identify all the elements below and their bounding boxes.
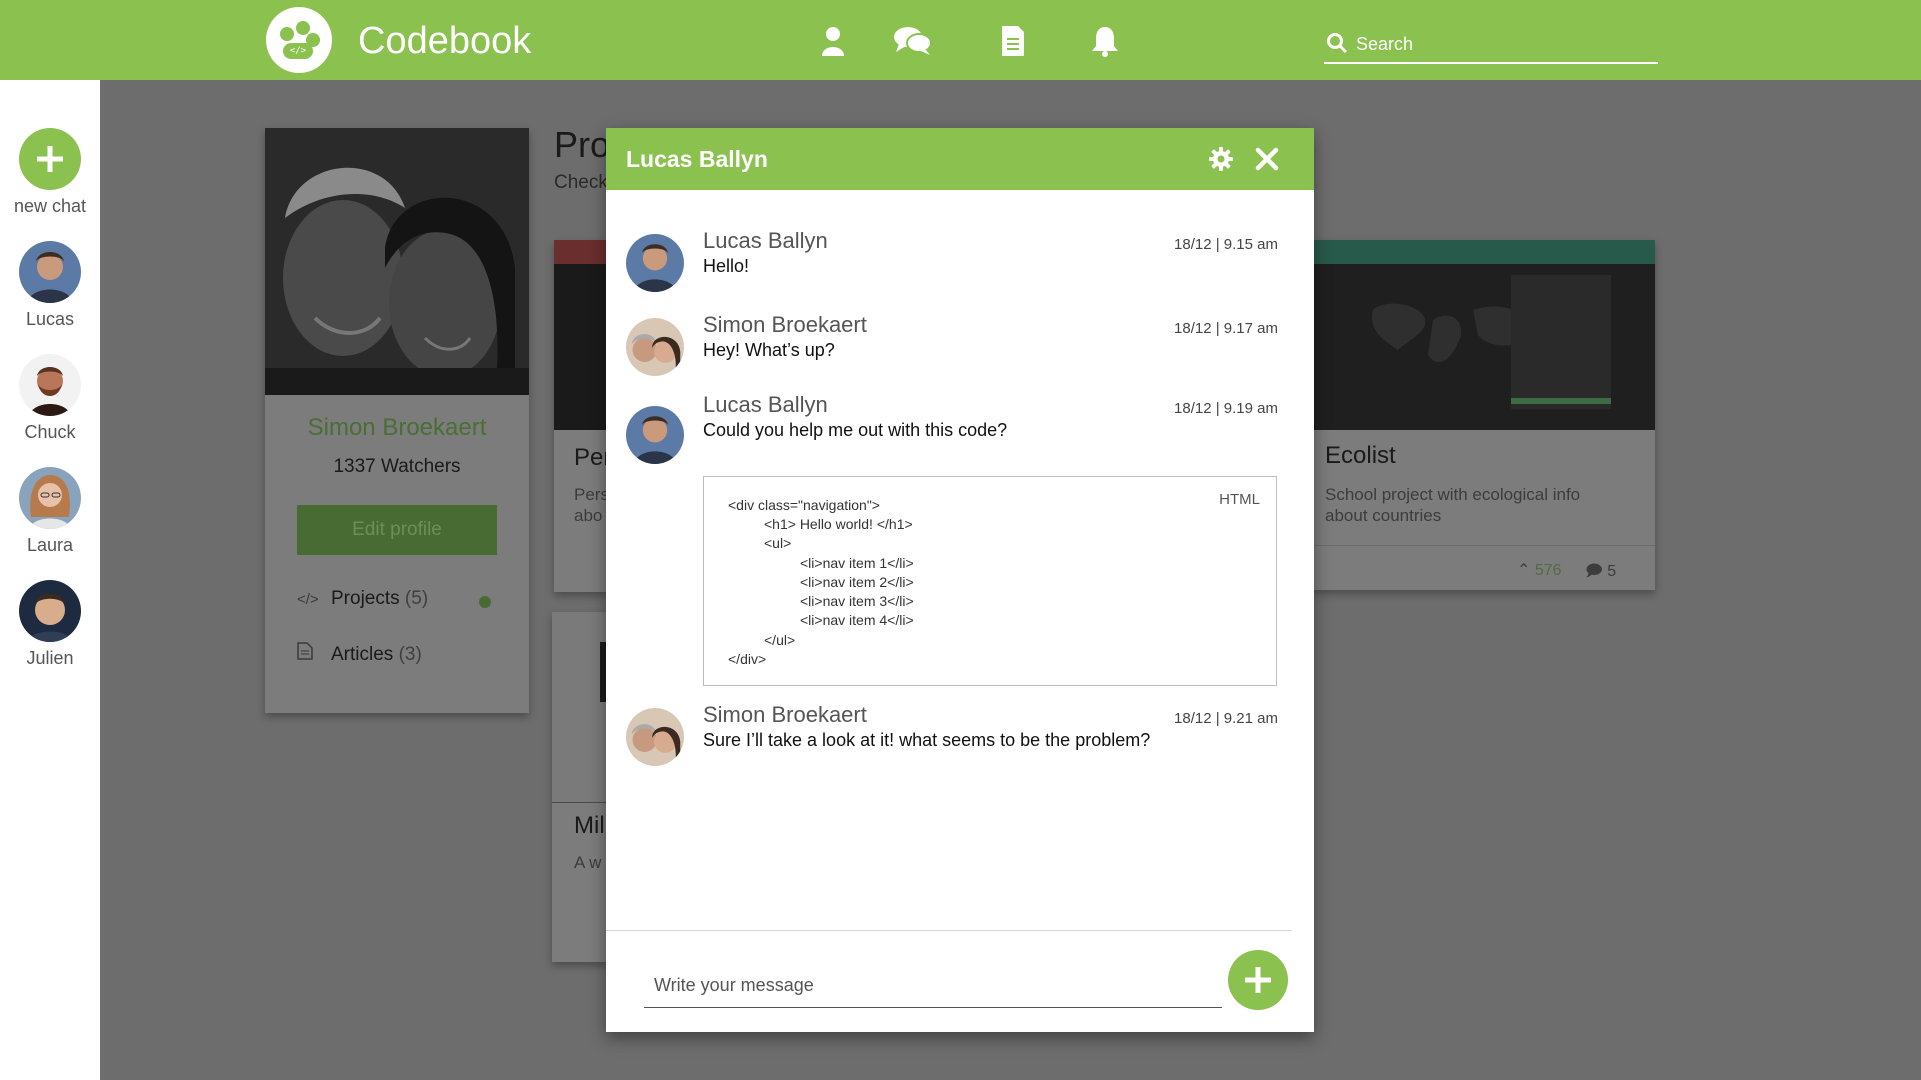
plus-icon bbox=[19, 128, 81, 190]
message-sender: Simon Broekaert bbox=[703, 702, 867, 727]
menu-count: (3) bbox=[398, 644, 422, 665]
new-chat-label: new chat bbox=[13, 196, 87, 216]
comments-value: 5 bbox=[1607, 563, 1617, 580]
avatar bbox=[19, 354, 81, 416]
profile-card: Simon Broekaert 1337 Watchers Edit profi… bbox=[265, 128, 529, 713]
search-input[interactable] bbox=[1356, 30, 1646, 58]
message-sender: Simon Broekaert bbox=[703, 312, 867, 337]
message-text: Hey! What’s up? bbox=[703, 340, 835, 360]
profile-menu-projects[interactable]: </> Projects (5) bbox=[297, 588, 428, 610]
edit-profile-button[interactable]: Edit profile bbox=[297, 505, 497, 555]
message-input[interactable] bbox=[644, 964, 1222, 1008]
codebook-logo[interactable]: </> bbox=[266, 7, 332, 73]
project-desc: A w bbox=[574, 853, 602, 872]
page-subtitle: Check bbox=[554, 172, 608, 193]
message-text: Hello! bbox=[703, 256, 750, 276]
avatar bbox=[19, 241, 81, 303]
code-line: <h1> Hello world! </h1> bbox=[764, 516, 913, 532]
top-bar: </> Codebook bbox=[0, 0, 1921, 80]
send-button[interactable] bbox=[1228, 950, 1288, 1010]
chat-window: Lucas Ballyn Lucas Ballyn 18/12 | 9.15 a… bbox=[606, 128, 1314, 1032]
project-thumbnail bbox=[1313, 240, 1655, 430]
contact-julien[interactable]: Julien bbox=[0, 580, 100, 669]
bell-icon[interactable] bbox=[1088, 24, 1122, 58]
contact-name: Laura bbox=[26, 535, 74, 555]
upvote-icon: ⌃ bbox=[1517, 562, 1531, 579]
likes-counter[interactable]: ⌃ 576 bbox=[1517, 560, 1562, 580]
chat-sidebar: new chat Lucas Chuck Laura Julien bbox=[0, 80, 100, 1080]
avatar bbox=[626, 234, 684, 292]
code-line: </ul> bbox=[764, 632, 796, 648]
code-line: <li>nav item 2</li> bbox=[800, 574, 914, 590]
contact-name: Chuck bbox=[24, 422, 76, 442]
project-card-ecolist[interactable]: Ecolist School project with ecological i… bbox=[1313, 240, 1655, 590]
avatar bbox=[626, 318, 684, 376]
chat-title: Lucas Ballyn bbox=[626, 146, 768, 172]
project-thumbnail bbox=[554, 240, 608, 430]
project-card[interactable]: Per Pers abo bbox=[554, 240, 611, 592]
comment-icon: 🗩 bbox=[1585, 563, 1603, 580]
code-line: <li>nav item 1</li> bbox=[800, 555, 914, 571]
menu-label: Articles bbox=[331, 644, 394, 665]
code-line: <ul> bbox=[764, 535, 792, 551]
project-title: Mil bbox=[574, 812, 605, 839]
code-snippet[interactable]: HTML <div class="navigation"> <h1> Hello… bbox=[703, 476, 1277, 686]
project-desc-line2: about countries bbox=[1325, 506, 1442, 525]
avatar bbox=[19, 467, 81, 529]
chat-header: Lucas Ballyn bbox=[606, 128, 1314, 190]
message-text: Could you help me out with this code? bbox=[703, 420, 1008, 440]
avatar bbox=[626, 708, 684, 766]
project-desc-line1: School project with ecological info bbox=[1325, 485, 1581, 504]
app-name: Codebook bbox=[358, 20, 532, 62]
message-time: 18/12 | 9.21 am bbox=[1174, 710, 1278, 727]
watchers-count: 1337 Watchers bbox=[333, 456, 461, 477]
menu-label: Projects bbox=[331, 588, 400, 609]
code-language: HTML bbox=[1219, 491, 1260, 508]
likes-value: 576 bbox=[1534, 562, 1562, 579]
new-chat-button[interactable]: new chat bbox=[0, 128, 100, 217]
avatar bbox=[19, 580, 81, 642]
project-card[interactable]: Mil A w bbox=[552, 612, 608, 962]
code-line: <div class="navigation"> bbox=[728, 497, 880, 513]
page-title: Pro bbox=[554, 124, 611, 165]
active-indicator bbox=[479, 596, 491, 608]
code-line: <li>nav item 4</li> bbox=[800, 612, 914, 628]
close-icon[interactable] bbox=[1254, 146, 1280, 172]
contact-name: Julien bbox=[26, 648, 74, 668]
profile-menu-articles[interactable]: Articles (3) bbox=[297, 642, 422, 666]
search-icon bbox=[1327, 33, 1348, 54]
profile-photo bbox=[265, 128, 529, 395]
code-line: <li>nav item 3</li> bbox=[800, 593, 914, 609]
menu-count: (5) bbox=[404, 588, 429, 609]
contact-chuck[interactable]: Chuck bbox=[0, 354, 100, 443]
message-time: 18/12 | 9.17 am bbox=[1174, 320, 1278, 337]
project-thumbnail bbox=[552, 612, 608, 802]
code-icon: </> bbox=[297, 591, 319, 608]
message-sender: Lucas Ballyn bbox=[703, 228, 828, 253]
document-icon[interactable] bbox=[996, 24, 1030, 58]
message-time: 18/12 | 9.19 am bbox=[1174, 400, 1278, 417]
avatar bbox=[626, 406, 684, 464]
contact-lucas[interactable]: Lucas bbox=[0, 241, 100, 330]
project-title: Ecolist bbox=[1325, 442, 1396, 469]
document-icon bbox=[297, 642, 319, 664]
user-icon[interactable] bbox=[816, 24, 850, 58]
contact-name: Lucas bbox=[25, 309, 75, 329]
contact-laura[interactable]: Laura bbox=[0, 467, 100, 556]
profile-name: Simon Broekaert bbox=[307, 414, 487, 441]
message-text: Sure I’ll take a look at it! what seems … bbox=[703, 730, 1151, 750]
code-line: </div> bbox=[728, 651, 767, 667]
message-sender: Lucas Ballyn bbox=[703, 392, 828, 417]
divider bbox=[606, 930, 1292, 931]
search-bar[interactable] bbox=[1324, 26, 1658, 64]
gear-icon[interactable] bbox=[1208, 146, 1234, 172]
chat-bubbles-icon[interactable] bbox=[893, 24, 933, 58]
message-time: 18/12 | 9.15 am bbox=[1174, 236, 1278, 253]
comments-counter[interactable]: 🗩 5 bbox=[1585, 560, 1616, 587]
